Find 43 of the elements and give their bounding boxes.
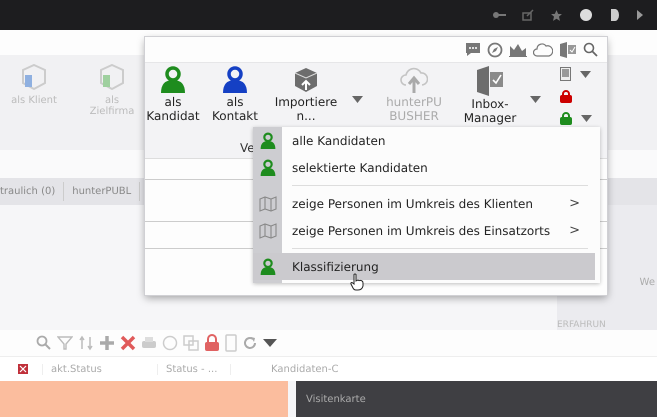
caret-icon[interactable]: [580, 70, 591, 78]
column-header: We: [640, 277, 655, 288]
ribbon-button[interactable]: Inbox-Manager: [459, 66, 521, 125]
person-icon: [260, 132, 276, 150]
caret-icon[interactable]: [581, 114, 592, 122]
caret-icon[interactable]: [530, 96, 541, 103]
caret-icon[interactable]: [263, 339, 277, 347]
menu-item[interactable]: Klassifizierung: [253, 253, 595, 280]
inbox-icon[interactable]: [559, 42, 577, 58]
menu-item[interactable]: alle Kandidaten: [253, 127, 600, 154]
map-icon: [258, 196, 276, 212]
search-icon[interactable]: [583, 42, 598, 57]
add-icon[interactable]: [99, 335, 115, 351]
map-icon: [258, 222, 276, 238]
cube-icon: [21, 63, 47, 91]
key-icon[interactable]: [492, 10, 506, 20]
submenu-arrow: >: [569, 223, 580, 238]
refresh-icon[interactable]: [242, 335, 258, 351]
submenu-arrow: >: [569, 196, 580, 211]
delete-icon[interactable]: [120, 335, 136, 351]
chat-icon[interactable]: [465, 42, 481, 57]
panel-title: Visitenkarte: [306, 394, 366, 404]
person-icon: [260, 158, 276, 176]
menu-item[interactable]: zeige Personen im Umkreis des Einsatzorts >: [253, 217, 600, 244]
star-icon[interactable]: [550, 8, 563, 22]
cloud-upload-icon: [400, 66, 428, 94]
menu-item[interactable]: selektierte Kandidaten: [253, 154, 600, 181]
ribbon-button[interactable]: als Kandidat: [145, 66, 201, 123]
box-upload-icon: [293, 66, 319, 94]
share-icon[interactable]: [522, 9, 534, 21]
compass-icon[interactable]: [487, 42, 503, 58]
menu-item[interactable]: zeige Personen im Umkreis des Klienten >: [253, 190, 600, 217]
cloud-icon[interactable]: [533, 42, 553, 57]
inbox-icon: [476, 66, 504, 96]
close-icon: [18, 364, 28, 374]
lock-icon[interactable]: [204, 334, 220, 352]
cube-icon: [99, 63, 125, 91]
person-icon: [260, 258, 276, 276]
caret-icon[interactable]: [352, 96, 363, 103]
ribbon-button[interactable]: als Kontakt: [204, 66, 266, 123]
ribbon-button[interactable]: Importiere n...: [269, 66, 343, 123]
lock-icon[interactable]: [560, 112, 572, 124]
lock-icon[interactable]: [560, 90, 572, 102]
